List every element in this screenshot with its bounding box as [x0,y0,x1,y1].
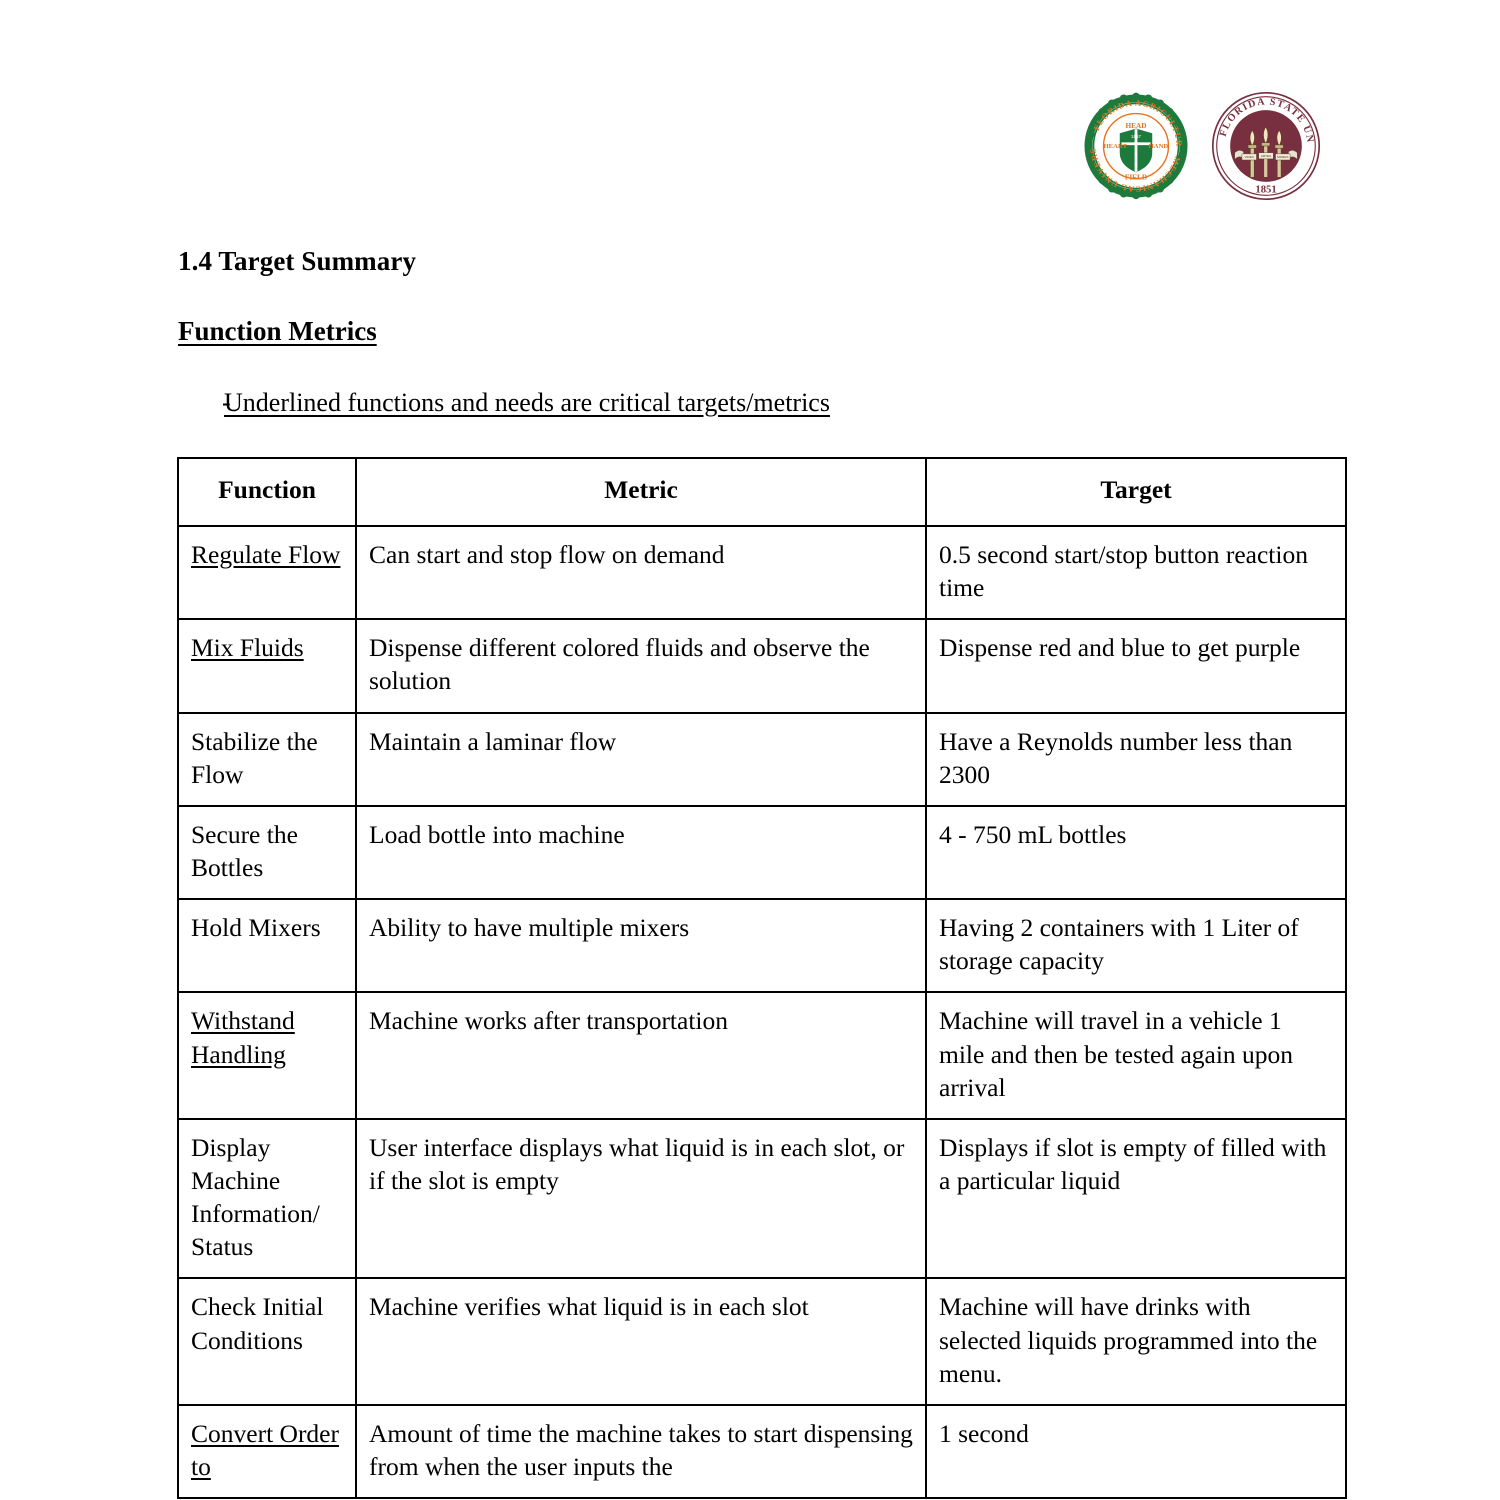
table-row: Mix Fluids Dispense different colored fl… [177,618,1347,714]
column-header-metric: Metric [355,457,927,527]
fsu-seal-icon: FLORIDA STATE UNIVERSITY 1851 [1210,90,1321,201]
cell-function: Hold Mixers [177,898,357,994]
cell-target: Dispense red and blue to get purple [925,618,1347,714]
cell-metric: Dispense different colored fluids and ob… [355,618,927,714]
svg-text:VIRES: VIRES [1245,155,1254,159]
svg-text:HAND: HAND [1149,143,1169,150]
cell-metric: Maintain a laminar flow [355,711,927,807]
section-heading: 1.4 Target Summary [178,246,417,276]
cell-metric: Ability to have multiple mixers [355,898,927,994]
function-label: Withstand Handling [191,1006,295,1069]
svg-text:HEART: HEART [1103,143,1127,150]
cell-function: Regulate Flow [177,524,357,621]
cell-target: Have a Reynolds number less than 2300 [925,711,1347,807]
svg-text:ARTES: ARTES [1261,154,1271,158]
note-bullet-item: - Underlined functions and needs are cri… [178,388,1338,418]
cell-metric: Load bottle into machine [355,804,927,901]
function-label: Mix Fluids [191,633,304,663]
cell-function: Withstand Handling [177,991,357,1120]
svg-text:1887: 1887 [1131,134,1141,139]
cell-metric: Machine verifies what liquid is in each … [355,1277,927,1406]
table-row: Withstand Handling Machine works after t… [177,991,1347,1120]
famu-seal-icon: FLORIDA AGRICULTURAL MECHANICAL UNIVERSI… [1080,90,1188,200]
cell-metric: Amount of time the machine takes to star… [355,1403,927,1500]
cell-metric: User interface displays what liquid is i… [355,1117,927,1280]
cell-function: Display Machine Information/ Status [177,1117,357,1280]
cell-target: 4 - 750 mL bottles [925,804,1347,901]
cell-target: 1 second [925,1403,1347,1500]
note-bullet-text: Underlined functions and needs are criti… [224,388,830,417]
table-row: Check Initial Conditions Machine verifie… [177,1277,1347,1406]
cell-function: Secure the Bottles [177,804,357,901]
cell-target: Having 2 containers with 1 Liter of stor… [925,898,1347,994]
subsection-heading: Function Metrics [178,316,377,346]
cell-function: Mix Fluids [177,618,357,714]
column-header-target: Target [925,457,1347,527]
university-logos: FLORIDA AGRICULTURAL MECHANICAL UNIVERSI… [1080,86,1340,206]
table-row: Hold Mixers Ability to have multiple mix… [177,898,1347,994]
table-row: Stabilize the Flow Maintain a laminar fl… [177,711,1347,807]
table-header-row: Function Metric Target [177,457,1347,527]
svg-text:1851: 1851 [1255,184,1276,195]
table-row: Convert Order to Amount of time the mach… [177,1403,1347,1500]
svg-text:HEAD: HEAD [1126,122,1147,130]
cell-function: Convert Order to [177,1403,357,1500]
svg-text:MORES: MORES [1277,155,1288,159]
table-row: Regulate Flow Can start and stop flow on… [177,524,1347,621]
cell-target: Machine will have drinks with selected l… [925,1277,1347,1406]
svg-text:FIELD: FIELD [1125,174,1147,182]
document-page: FLORIDA AGRICULTURAL MECHANICAL UNIVERSI… [0,0,1500,1500]
target-summary-table-wrapper: Function Metric Target Regulate Flow Can… [177,457,1347,1500]
function-label: Regulate Flow [191,540,341,569]
column-header-function: Function [177,457,357,527]
table-row: Display Machine Information/ Status User… [177,1117,1347,1280]
cell-target: Displays if slot is empty of filled with… [925,1117,1347,1280]
function-label: Convert Order to [191,1418,339,1481]
cell-function: Check Initial Conditions [177,1277,357,1406]
function-metrics-table: Function Metric Target Regulate Flow Can… [177,457,1347,1500]
cell-metric: Machine works after transportation [355,991,927,1120]
bullet-dash-icon: - [222,388,231,417]
cell-metric: Can start and stop flow on demand [355,524,927,621]
cell-function: Stabilize the Flow [177,711,357,807]
cell-target: 0.5 second start/stop button reaction ti… [925,524,1347,621]
table-row: Secure the Bottles Load bottle into mach… [177,804,1347,901]
cell-target: Machine will travel in a vehicle 1 mile … [925,991,1347,1120]
